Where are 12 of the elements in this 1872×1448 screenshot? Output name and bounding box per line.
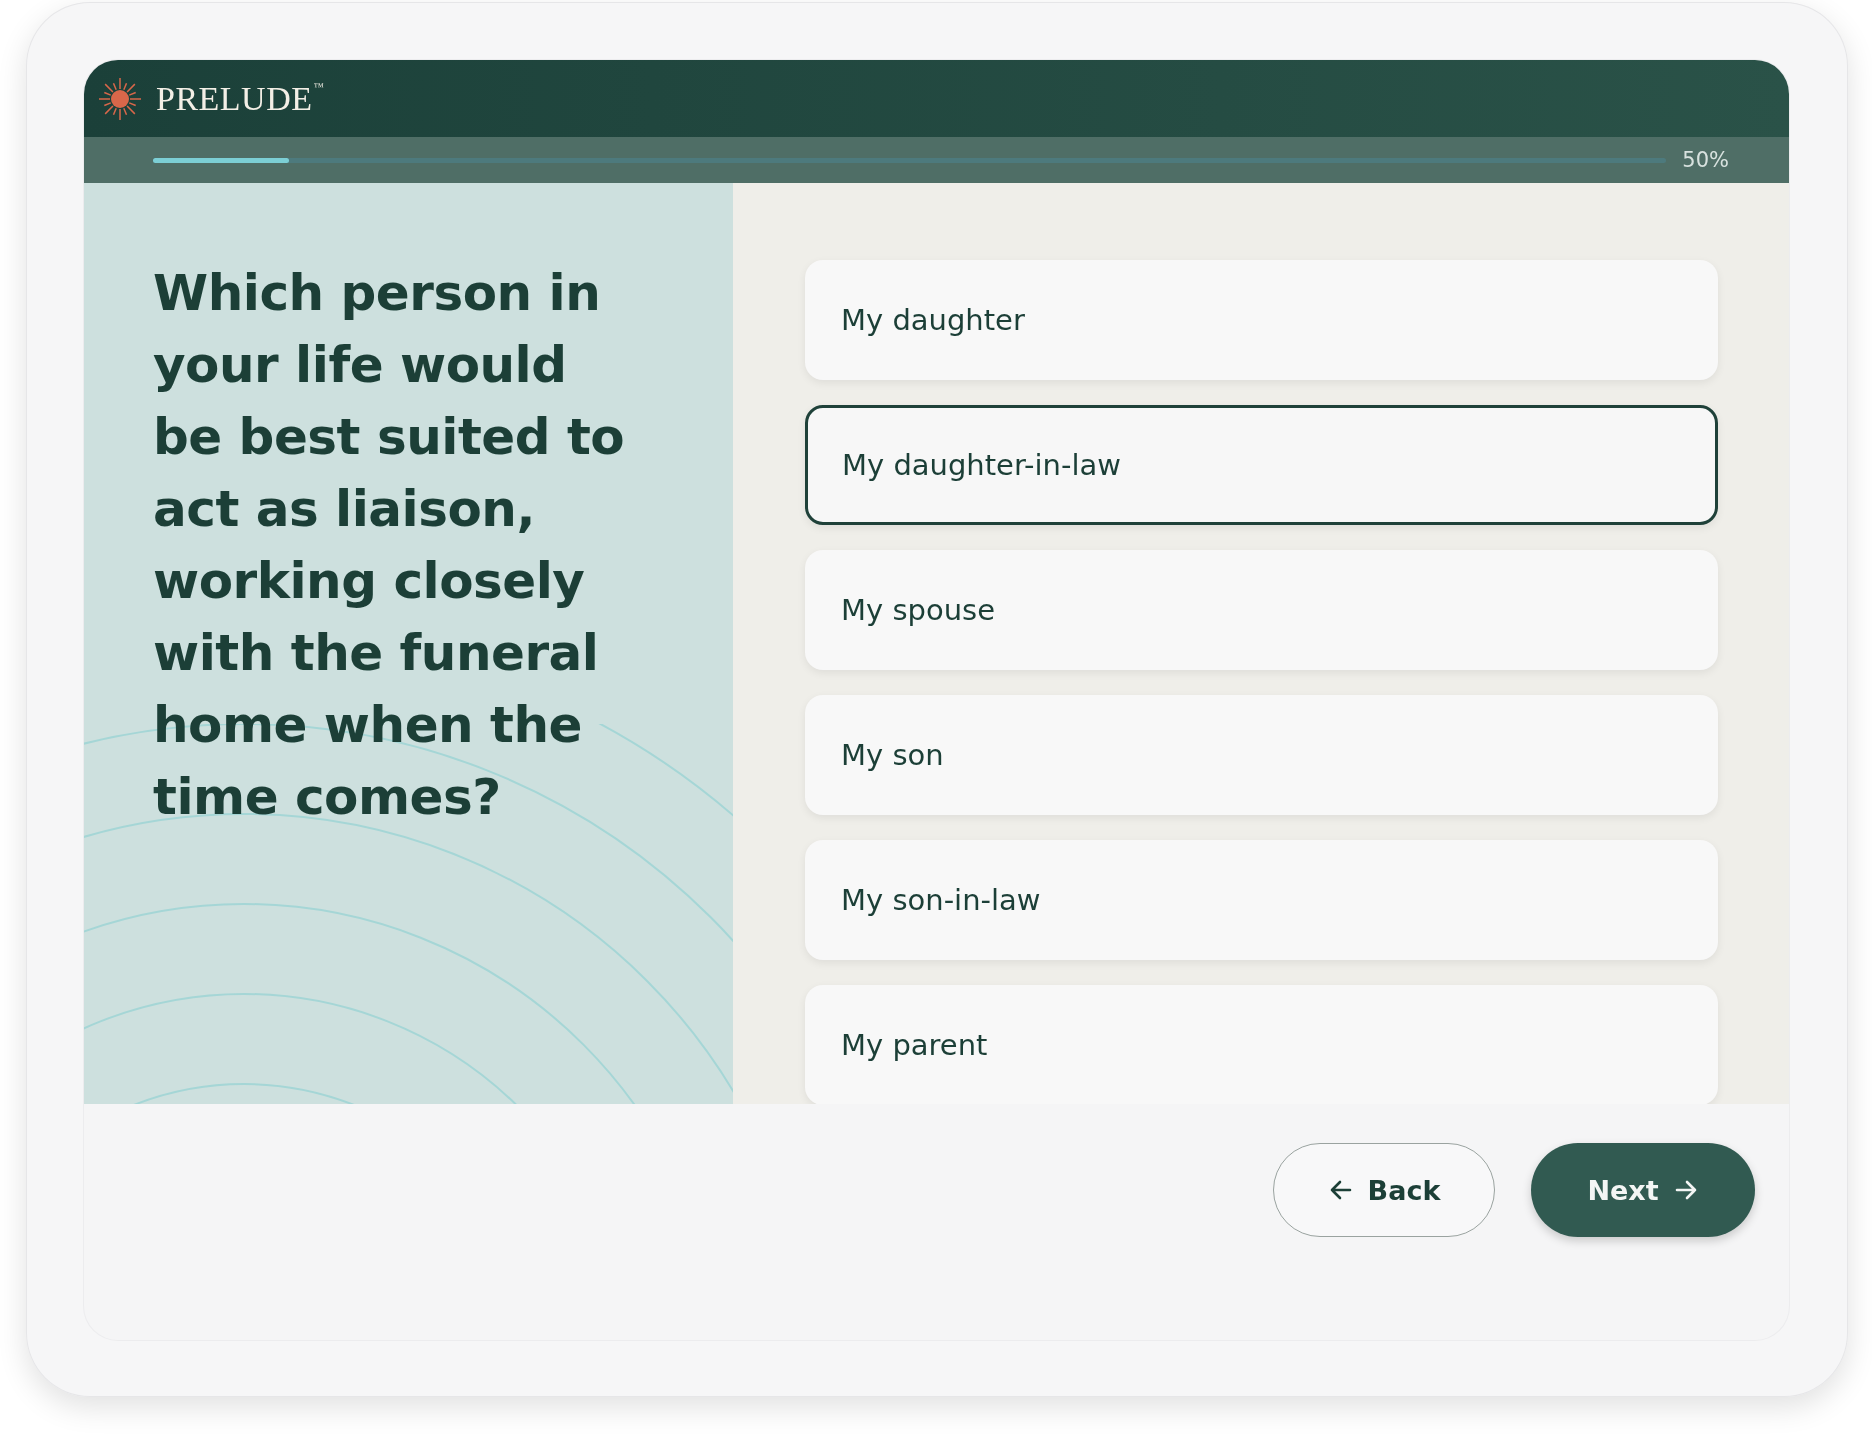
answer-option[interactable]: My son	[805, 695, 1718, 815]
answer-option[interactable]: My daughter	[805, 260, 1718, 380]
progress-percent: 50%	[1682, 148, 1729, 172]
answer-option[interactable]: My daughter-in-law	[805, 405, 1718, 525]
answer-option[interactable]: My son-in-law	[805, 840, 1718, 960]
sun-logo-icon	[98, 76, 142, 121]
back-button[interactable]: Back	[1273, 1143, 1495, 1237]
brand-name: PRELUDE$^{™}$	[156, 79, 324, 118]
question-text: Which person in your life would be best suited to act as liaison, working closely with the funeral home when the time comes?	[153, 263, 626, 828]
next-button[interactable]: Next	[1531, 1143, 1755, 1237]
answer-option[interactable]: My parent	[805, 985, 1718, 1104]
answer-option[interactable]: My spouse	[805, 550, 1718, 670]
